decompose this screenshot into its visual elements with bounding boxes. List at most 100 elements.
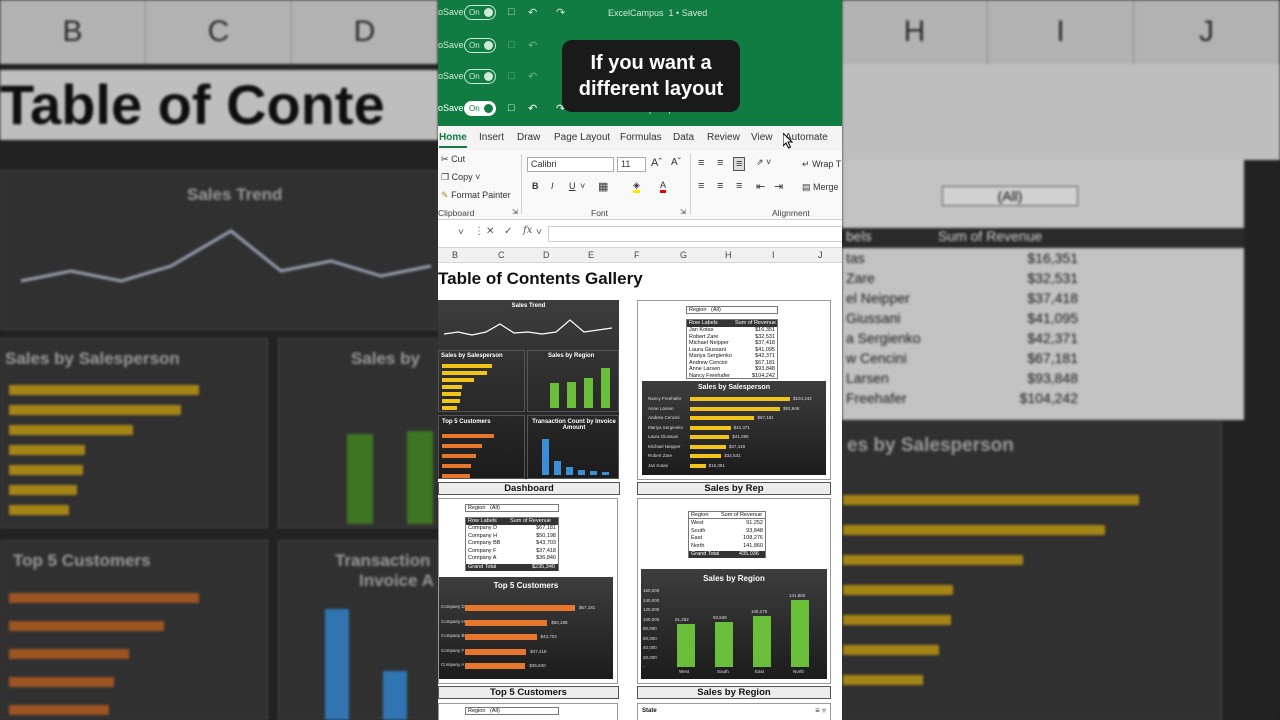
ribbon-home: ✂ Cut ❐ Copy ˅ ✎ Format Painter Clipboar… <box>438 150 842 220</box>
align-center-icon[interactable]: ≡ <box>717 180 723 192</box>
dashboard-thumbnail[interactable]: Sales Trend Sales by Salesperson Sales b… <box>438 300 619 479</box>
region-filter: Region (All) <box>465 707 559 715</box>
bottom-left-thumbnail[interactable]: Region (All) <box>438 703 618 720</box>
col-header[interactable]: D <box>543 250 550 260</box>
worksheet[interactable]: Table of Contents Gallery Sales Trend Sa… <box>438 263 842 720</box>
underline-button[interactable]: U <box>569 181 576 191</box>
copy-label: Copy <box>451 172 473 182</box>
autosave-toggle[interactable]: On <box>464 101 496 116</box>
col-header[interactable]: I <box>772 250 775 260</box>
copy-icon: ❐ <box>441 172 450 182</box>
font-name-select[interactable]: Calibri <box>527 157 614 172</box>
chevron-down-icon[interactable]: ˅ <box>580 181 585 191</box>
col-header[interactable]: B <box>452 250 458 260</box>
chevron-down-icon[interactable]: ˅ <box>536 227 542 238</box>
grow-font-icon[interactable]: Aˆ <box>651 157 662 169</box>
paintbrush-icon: ✎ <box>441 190 449 200</box>
link-sales-by-rep[interactable]: Sales by Rep <box>637 482 831 495</box>
link-top5-customers[interactable]: Top 5 Customers <box>438 686 619 699</box>
mouse-cursor-icon <box>783 133 793 149</box>
wrap-text-button[interactable]: ↵ Wrap T <box>802 159 841 170</box>
region-filter: Region (All) <box>465 504 559 512</box>
col-header[interactable]: G <box>680 250 687 260</box>
bg-pivot-row: Larsen $93,848 <box>842 370 1244 390</box>
tab-home[interactable]: Home <box>439 132 467 148</box>
shrink-font-icon[interactable]: Aˇ <box>671 157 681 168</box>
bar <box>584 378 593 408</box>
formula-input[interactable] <box>548 226 842 242</box>
col-header[interactable]: C <box>498 250 505 260</box>
sales-by-rep-thumbnail[interactable]: Region (All) Row Labels Sum of Revenue J… <box>637 300 831 480</box>
decrease-indent-icon[interactable]: ⇤ <box>756 180 765 193</box>
tab-data[interactable]: Data <box>673 132 694 143</box>
bg-row-value: $104,242 <box>1019 390 1078 406</box>
increase-indent-icon[interactable]: ⇥ <box>774 180 783 193</box>
bg-bar <box>9 593 199 603</box>
orientation-icon[interactable]: ⇗ ˅ <box>756 157 771 168</box>
copy-button[interactable]: ❐ Copy ˅ <box>441 172 480 183</box>
dialog-launcher-icon[interactable]: ⇲ <box>680 208 686 216</box>
pivot-row-label: Mariya Sergienko <box>689 353 732 359</box>
merge-button[interactable]: ▤ Merge <box>802 182 839 193</box>
bg-pivot-row: el Neipper $37,418 <box>842 290 1244 310</box>
align-top-icon[interactable]: ≡ <box>698 157 704 169</box>
bg-row-value: $41,095 <box>1027 310 1078 326</box>
top5-thumbnail[interactable]: Region (All) Row Labels Sum of Revenue C… <box>438 498 618 684</box>
tab-draw[interactable]: Draw <box>517 132 540 143</box>
col-header[interactable]: E <box>588 250 594 260</box>
italic-button[interactable]: I <box>551 181 554 191</box>
filter-value: (All) <box>490 505 500 511</box>
tab-review[interactable]: Review <box>707 132 740 143</box>
bar-value: $104,242 <box>793 396 812 401</box>
col-header[interactable]: J <box>818 250 823 260</box>
bg-chart-title: es by Salesperson <box>847 435 1014 456</box>
rep-chart: Sales by Salesperson Nancy Freehafer $104… <box>642 381 826 475</box>
sales-by-region-thumbnail[interactable]: Region Sum of Revenue West 91,252 South 93,… <box>637 498 831 684</box>
cut-button[interactable]: ✂ Cut <box>441 154 465 165</box>
cancel-icon[interactable]: ✕ <box>486 226 494 237</box>
bg-row-value: $42,371 <box>1027 330 1078 346</box>
col-header[interactable]: H <box>725 250 732 260</box>
bg-bar <box>9 621 164 631</box>
confirm-icon[interactable]: ✓ <box>504 226 512 237</box>
align-right-icon[interactable]: ≡ <box>736 180 742 192</box>
dialog-launcher-icon[interactable]: ⇲ <box>512 208 518 216</box>
thumb-panel: Top 5 Customers <box>438 415 525 479</box>
bar-value: $36,840 <box>529 663 546 668</box>
pivot-row-value: $42,371 <box>755 353 775 359</box>
tab-insert[interactable]: Insert <box>479 132 504 143</box>
filter-icon[interactable]: ≡ ▿ <box>815 706 826 715</box>
pivot-row: Company BB $43,703 <box>466 540 558 547</box>
bg-row-label: Zare <box>846 270 875 286</box>
redo-icon[interactable]: ↷ <box>556 6 565 19</box>
autosave-toggle[interactable]: On <box>464 5 496 20</box>
font-color-icon[interactable]: A <box>660 180 667 193</box>
undo-icon[interactable]: ↶ <box>528 102 537 115</box>
format-painter-button[interactable]: ✎ Format Painter <box>441 190 511 201</box>
pivot-row-value: $50,198 <box>536 532 556 539</box>
borders-icon[interactable]: ▦ <box>598 180 608 193</box>
y-tick: 140,000 <box>643 597 660 603</box>
insert-function-button[interactable]: fx <box>523 225 532 236</box>
align-middle-icon[interactable]: ≡ <box>717 157 723 169</box>
font-size-select[interactable]: 11 <box>617 157 646 172</box>
tab-page-layout[interactable]: Page Layout <box>554 132 610 143</box>
undo-icon[interactable]: ↶ <box>528 6 537 19</box>
save-icon[interactable]: □ <box>508 102 515 114</box>
tab-view[interactable]: View <box>751 132 773 143</box>
bottom-right-thumbnail[interactable]: State ≡ ▿ <box>637 703 831 720</box>
align-bottom-icon[interactable]: ≡ <box>733 157 746 171</box>
pivot-row: East 108,276 <box>689 535 765 542</box>
bg-pivot-header: bels Sum of Revenue <box>842 228 1244 248</box>
bold-button[interactable]: B <box>532 181 539 191</box>
align-left-icon[interactable]: ≡ <box>698 180 704 192</box>
tab-formulas[interactable]: Formulas <box>620 132 662 143</box>
caption-line: If you want a <box>590 52 712 74</box>
link-sales-by-region[interactable]: Sales by Region <box>637 686 831 699</box>
col-header[interactable]: F <box>634 250 640 260</box>
name-box-dropdown-icon[interactable]: ˅ <box>458 227 464 238</box>
fill-color-icon[interactable]: ◈ <box>633 180 640 193</box>
save-icon[interactable]: □ <box>508 6 515 18</box>
link-dashboard[interactable]: Dashboard <box>438 482 620 495</box>
bar-value: 108,276 <box>751 608 768 614</box>
